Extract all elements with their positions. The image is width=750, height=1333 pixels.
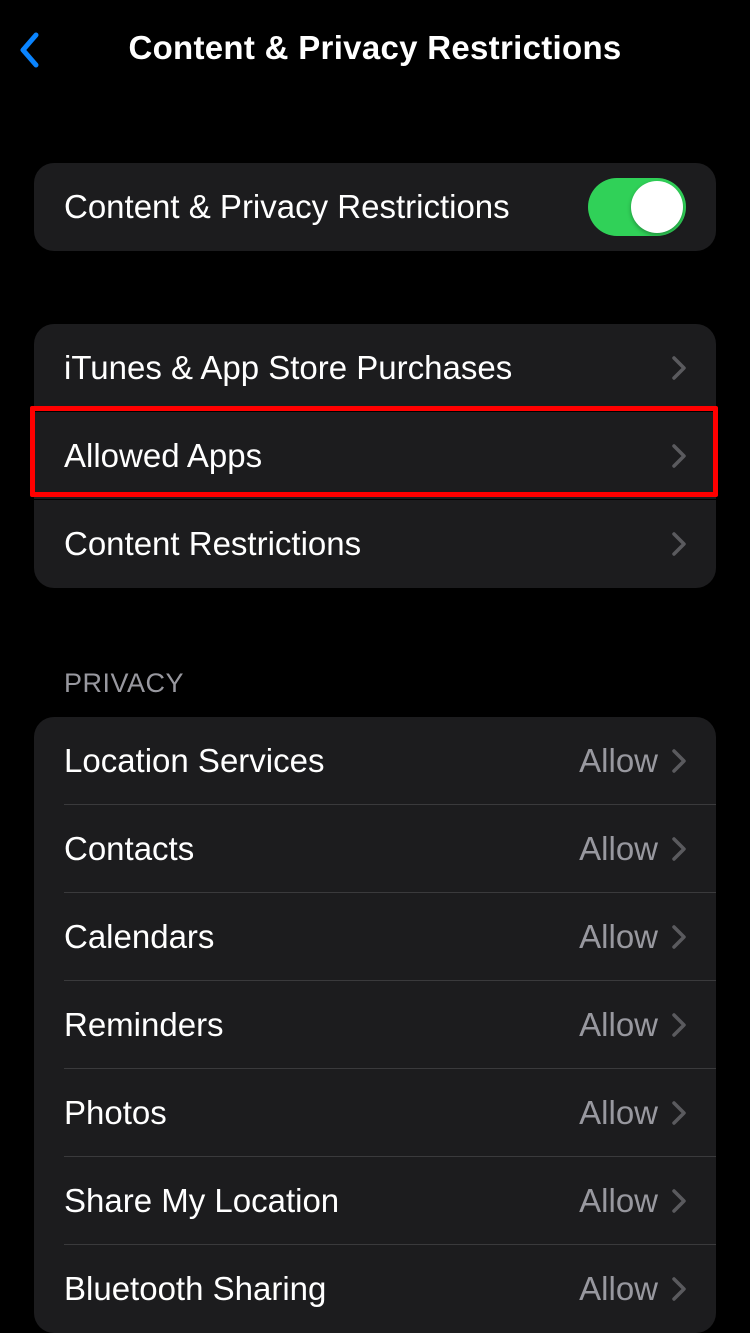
page-title: Content & Privacy Restrictions: [0, 29, 750, 67]
chevron-right-icon: [672, 925, 686, 949]
privacy-item-value: Allow: [579, 1270, 658, 1308]
chevron-right-icon: [672, 837, 686, 861]
back-button[interactable]: [14, 30, 44, 70]
privacy-item-location-services[interactable]: Location Services Allow: [34, 717, 716, 805]
privacy-item-photos[interactable]: Photos Allow: [34, 1069, 716, 1157]
privacy-item-contacts[interactable]: Contacts Allow: [34, 805, 716, 893]
privacy-item-value: Allow: [579, 1094, 658, 1132]
privacy-item-value: Allow: [579, 918, 658, 956]
nav-item-label: Allowed Apps: [64, 437, 672, 475]
nav-item-itunes-purchases[interactable]: iTunes & App Store Purchases: [34, 324, 716, 412]
privacy-item-label: Location Services: [64, 742, 579, 780]
toggle-knob: [631, 181, 683, 233]
privacy-item-label: Contacts: [64, 830, 579, 868]
privacy-item-calendars[interactable]: Calendars Allow: [34, 893, 716, 981]
nav-header: Content & Privacy Restrictions: [0, 0, 750, 95]
privacy-item-label: Share My Location: [64, 1182, 579, 1220]
chevron-right-icon: [672, 1013, 686, 1037]
nav-section: iTunes & App Store Purchases Allowed App…: [34, 324, 716, 588]
privacy-item-label: Bluetooth Sharing: [64, 1270, 579, 1308]
privacy-item-label: Photos: [64, 1094, 579, 1132]
privacy-item-reminders[interactable]: Reminders Allow: [34, 981, 716, 1069]
chevron-right-icon: [672, 356, 686, 380]
nav-item-content-restrictions[interactable]: Content Restrictions: [34, 500, 716, 588]
nav-item-label: Content Restrictions: [64, 525, 672, 563]
privacy-item-value: Allow: [579, 742, 658, 780]
privacy-item-share-my-location[interactable]: Share My Location Allow: [34, 1157, 716, 1245]
privacy-section: Location Services Allow Contacts Allow C…: [34, 717, 716, 1333]
privacy-section-header: PRIVACY: [34, 668, 716, 699]
chevron-left-icon: [18, 32, 40, 68]
privacy-item-value: Allow: [579, 1182, 658, 1220]
nav-item-label: iTunes & App Store Purchases: [64, 349, 672, 387]
content-privacy-toggle-row[interactable]: Content & Privacy Restrictions: [34, 163, 716, 251]
chevron-right-icon: [672, 1277, 686, 1301]
chevron-right-icon: [672, 444, 686, 468]
privacy-item-label: Reminders: [64, 1006, 579, 1044]
privacy-item-label: Calendars: [64, 918, 579, 956]
privacy-item-bluetooth-sharing[interactable]: Bluetooth Sharing Allow: [34, 1245, 716, 1333]
chevron-right-icon: [672, 1189, 686, 1213]
privacy-item-value: Allow: [579, 1006, 658, 1044]
chevron-right-icon: [672, 1101, 686, 1125]
content-privacy-toggle[interactable]: [588, 178, 686, 236]
toggle-label: Content & Privacy Restrictions: [64, 188, 588, 226]
chevron-right-icon: [672, 532, 686, 556]
privacy-item-value: Allow: [579, 830, 658, 868]
toggle-section: Content & Privacy Restrictions: [34, 163, 716, 251]
nav-item-allowed-apps[interactable]: Allowed Apps: [34, 412, 716, 500]
chevron-right-icon: [672, 749, 686, 773]
content-area: Content & Privacy Restrictions iTunes & …: [0, 163, 750, 1333]
